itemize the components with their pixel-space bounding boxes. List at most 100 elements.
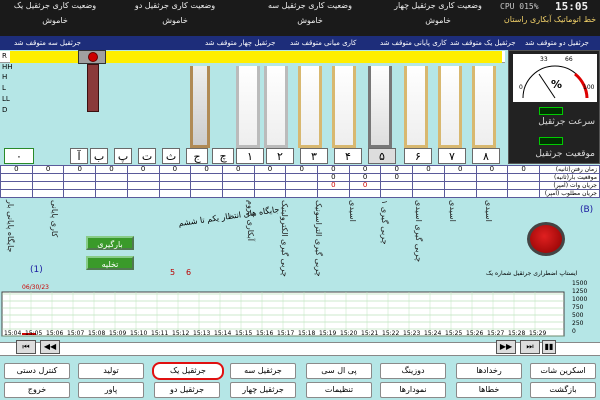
table-cell bbox=[285, 173, 319, 182]
table-cell: 0 bbox=[285, 165, 319, 174]
next-page-icon[interactable]: ▶▶ bbox=[496, 340, 516, 354]
events-button[interactable]: رخدادها bbox=[456, 363, 522, 379]
last-page-icon[interactable]: ⏭ bbox=[520, 340, 540, 354]
chart-x-tick: 15:21 bbox=[361, 330, 379, 337]
chart-x-tick: 15:16 bbox=[256, 330, 274, 337]
position-lcd bbox=[539, 137, 563, 145]
status-msg: جرثقیل یک متوقف شد bbox=[450, 39, 516, 47]
table-cell: 0 bbox=[0, 165, 33, 174]
table-cell bbox=[95, 173, 128, 182]
table-cell bbox=[126, 189, 160, 198]
top-bar: وضعیت کاری جرثقیل یک خاموش وضعیت کاری جر… bbox=[0, 0, 600, 36]
crane-indicator-icon bbox=[88, 52, 98, 62]
crane1-button[interactable]: جرثقیل یک bbox=[152, 362, 224, 380]
table-cell bbox=[412, 189, 445, 198]
load-button[interactable]: بارگیری bbox=[86, 236, 134, 250]
chart-x-tick: 15:09 bbox=[109, 330, 127, 337]
crane-meter: 0 33 66 100 % سرعت جرثقیل موقعیت جرثقیل bbox=[508, 50, 600, 164]
percent-gauge: 0 33 66 100 % bbox=[513, 54, 597, 102]
crane2-button[interactable]: جرثقیل دو bbox=[154, 382, 220, 398]
pause-icon[interactable]: ▮▮ bbox=[542, 340, 556, 354]
errors-button[interactable]: خطاها bbox=[456, 382, 522, 398]
crane4-status: وضعیت کاری جرثقیل چهار خاموش bbox=[394, 1, 482, 25]
station-label: ۰ bbox=[4, 148, 34, 164]
counter-b: 6 bbox=[186, 268, 192, 277]
tank[interactable] bbox=[190, 66, 210, 148]
table-cell bbox=[475, 181, 509, 190]
chart-x-tick: 15:11 bbox=[151, 330, 169, 337]
crane3-button[interactable]: جرثقیل سه bbox=[230, 363, 296, 379]
chart-x-tick: 15:05 bbox=[25, 330, 43, 337]
table-cell bbox=[380, 189, 414, 198]
table-cell: 0 bbox=[63, 165, 97, 174]
tank[interactable] bbox=[298, 66, 322, 148]
crane1-status: وضعیت کاری جرثقیل یک خاموش bbox=[13, 1, 97, 25]
table-cell: 0 bbox=[348, 181, 382, 190]
dosing-button[interactable]: دوزینگ bbox=[380, 363, 446, 379]
table-cell bbox=[475, 189, 509, 198]
chart-x-tick: 15:04 bbox=[4, 330, 22, 337]
table-row: جریان مطلوب (آمپر) bbox=[0, 189, 600, 198]
table-cell bbox=[285, 189, 319, 198]
table-cell: 0 bbox=[507, 165, 540, 174]
power-button[interactable]: پاور bbox=[78, 382, 144, 398]
left-marker: (1) bbox=[30, 265, 43, 275]
back-button[interactable]: بازگشت bbox=[530, 382, 596, 398]
table-cell bbox=[507, 189, 540, 198]
clock: 15:05 bbox=[555, 0, 589, 13]
table-cell bbox=[348, 189, 382, 198]
speed-label: سرعت جرثقیل bbox=[538, 117, 595, 127]
emergency-stop-button[interactable] bbox=[527, 222, 565, 256]
table-cell bbox=[31, 189, 65, 198]
crane4-button[interactable]: جرثقیل چهار bbox=[230, 382, 296, 398]
table-cell bbox=[95, 181, 128, 190]
tank-name: چربی گیری اسیدی bbox=[414, 200, 423, 263]
tank[interactable] bbox=[332, 66, 356, 148]
status-msg: جرثقیل دو متوقف شد bbox=[525, 39, 589, 47]
crane-head[interactable] bbox=[78, 50, 106, 64]
chart-x-tick: 15:29 bbox=[529, 330, 547, 337]
prev-page-icon[interactable]: ◀◀ bbox=[40, 340, 60, 354]
process-table: 0 0 0 0 0 0 0 0 0 0 0 0 0 0 0 0 0 زمان رفتن(ثانیه) 0 0 0 موقع… bbox=[0, 165, 600, 198]
table-cell: 0 bbox=[412, 165, 445, 174]
settings-button[interactable]: تنظیمات bbox=[306, 382, 372, 398]
table-cell: 0 bbox=[190, 165, 223, 174]
table-cell: 0 bbox=[253, 165, 287, 174]
screenshot-button[interactable]: اسکرین شات bbox=[530, 363, 596, 379]
tank[interactable] bbox=[368, 66, 392, 148]
tank[interactable] bbox=[236, 66, 260, 148]
table-cell bbox=[380, 181, 414, 190]
table-row: 0 0 0 0 0 0 0 0 0 0 0 0 0 0 0 0 0 زمان رفتن(ثانیه) bbox=[0, 165, 600, 174]
gauge-tick: 33 bbox=[540, 56, 548, 63]
table-row: 0 0 جریان وات (آمپر) bbox=[0, 181, 600, 190]
level-label: LL bbox=[2, 95, 10, 103]
chart-x-tick: 15:18 bbox=[298, 330, 316, 337]
level-label: D bbox=[2, 106, 8, 114]
tank-name: آبکاری کروم bbox=[246, 200, 255, 242]
tank[interactable] bbox=[264, 66, 288, 148]
chart-x-tick: 15:10 bbox=[130, 330, 148, 337]
tank[interactable] bbox=[472, 66, 496, 148]
status-msg: کاری میانی متوقف شد bbox=[290, 39, 357, 47]
chart-x-tick: 15:15 bbox=[235, 330, 253, 337]
tank[interactable] bbox=[438, 66, 462, 148]
table-cell: 0 bbox=[317, 181, 350, 190]
table-cell bbox=[31, 181, 65, 190]
table-cell bbox=[190, 181, 223, 190]
chart-x-tick: 15:13 bbox=[193, 330, 211, 337]
chart-x-tick: 15:06 bbox=[46, 330, 64, 337]
production-button[interactable]: تولید bbox=[78, 363, 144, 379]
table-cell bbox=[63, 189, 97, 198]
charts-button[interactable]: نمودارها bbox=[380, 382, 446, 398]
tank-name: جایگاه پایانی بار bbox=[6, 200, 15, 253]
table-row-label: زمان رفتن(ثانیه) bbox=[539, 165, 600, 174]
plc-button[interactable]: پی ال سی bbox=[306, 363, 372, 379]
exit-button[interactable]: خروج bbox=[4, 382, 70, 398]
level-label: L bbox=[2, 84, 6, 92]
manual-control-button[interactable]: کنترل دستی bbox=[4, 363, 70, 379]
level-label: HH bbox=[2, 63, 13, 71]
unload-button[interactable]: تخلیه bbox=[86, 256, 134, 270]
first-page-icon[interactable]: ⏮ bbox=[16, 340, 36, 354]
status-msg: جرثقیل چهار متوقف شد bbox=[205, 39, 276, 47]
tank[interactable] bbox=[404, 66, 428, 148]
